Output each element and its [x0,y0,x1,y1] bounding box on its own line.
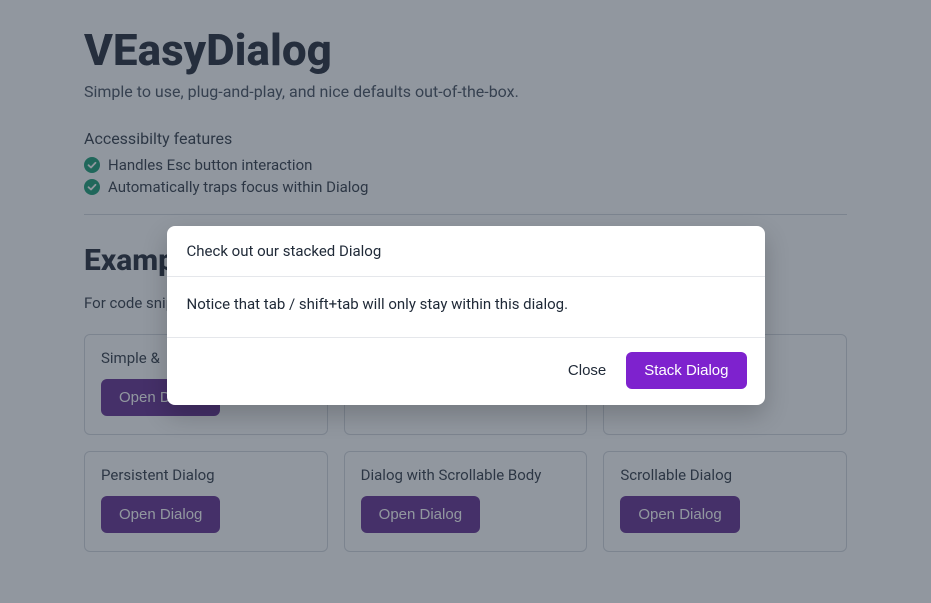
dialog-overlay[interactable]: Check out our stacked Dialog Notice that… [0,0,931,603]
stack-dialog-button[interactable]: Stack Dialog [626,352,746,389]
dialog-title: Check out our stacked Dialog [167,226,765,277]
close-button[interactable]: Close [562,354,612,387]
dialog-body: Notice that tab / shift+tab will only st… [167,277,765,338]
dialog: Check out our stacked Dialog Notice that… [167,226,765,405]
dialog-footer: Close Stack Dialog [167,338,765,405]
